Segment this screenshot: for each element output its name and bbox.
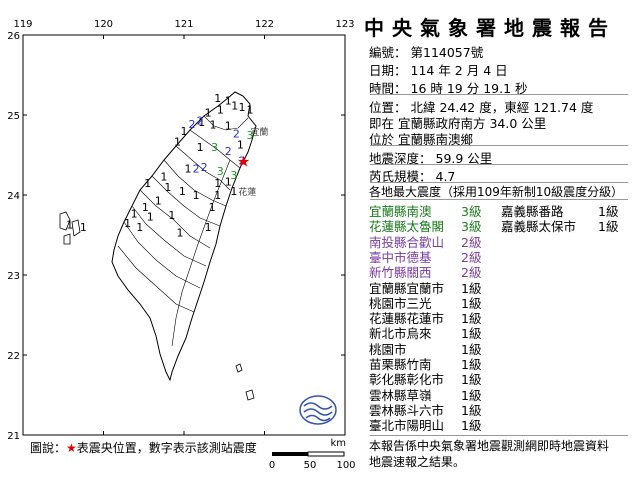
station-intensity: 1 [144, 177, 151, 190]
lat-tick-label: 24 [7, 191, 20, 202]
scale-label-50: 50 [304, 460, 317, 471]
report-footnote-2: 地震速報之結果。 [369, 455, 466, 469]
station-intensity: 1 [164, 181, 171, 194]
station-intensity: 1 [176, 227, 183, 240]
lat-tick-label: 21 [7, 431, 20, 442]
separator [370, 199, 628, 200]
epicenter-map: 119 120 121 122 123262524232221 宜蘭花蓮 1 1 111 1 1… [7, 19, 355, 471]
station-intensity: 3 [211, 141, 218, 154]
station-intensity: 1 [197, 141, 204, 154]
epicenter-star-icon: ★ [237, 152, 250, 170]
station-intensity: 1 [181, 125, 188, 138]
map-legend: 圖說：★表震央位置，數字表示該測站震度 [30, 439, 350, 456]
station-intensity: 1 [217, 103, 224, 116]
station-intensity: 1 [230, 185, 237, 198]
epicenter-layer: ★ [237, 152, 250, 170]
intensity-station-name: 嘉義縣太保市 [501, 219, 577, 235]
report-date-row: 日期： 114 年 2 月 4 日 [369, 60, 508, 79]
station-intensity: 1 [147, 211, 154, 224]
intensity-value: 1級 [598, 219, 619, 235]
intensity-header: 各地最大震度（採用109年新制10級震度分級） [369, 185, 624, 199]
lat-tick-label: 23 [7, 271, 20, 282]
station-intensity: 1 [66, 219, 73, 232]
city-label: 花蓮 [238, 186, 256, 198]
station-intensity: 2 [193, 163, 200, 176]
legend-prefix: 圖說： [30, 441, 67, 455]
station-intensity: 1 [209, 201, 216, 214]
lat-tick-label: 22 [7, 351, 20, 362]
lon-tick-label: 123 [335, 19, 354, 30]
station-intensity: 1 [136, 221, 143, 234]
station-intensity: 1 [155, 195, 162, 208]
report-footnote-1: 本報告係中央氣象署地震觀測網即時地震資料 [369, 439, 610, 453]
cwa-logo [299, 395, 337, 425]
station-intensity: 1 [131, 207, 138, 220]
station-intensity: 1 [247, 103, 254, 116]
station-intensity: 1 [174, 135, 181, 148]
lon-tick-label: 122 [255, 19, 274, 30]
epicenter-star-icon: ★ [66, 441, 77, 455]
station-intensity: 1 [193, 189, 200, 202]
separator [370, 435, 628, 436]
scale-label-100: 100 [336, 460, 355, 471]
lat-tick-label: 26 [7, 31, 20, 42]
report-number: 第114057號 [410, 45, 484, 60]
lat-tick-label: 25 [7, 111, 20, 122]
legend-text: 表震央位置，數字表示該測站震度 [76, 441, 257, 455]
separator [370, 145, 628, 146]
station-intensity: 1 [185, 163, 192, 176]
report-date: 114 年 2 月 4 日 [410, 63, 508, 78]
station-intensity: 1 [80, 221, 87, 234]
lon-tick-label: 120 [94, 19, 113, 30]
station-intensity: 1 [179, 185, 186, 198]
report-title: 中央氣象署地震報告 [364, 16, 616, 40]
report-number-row: 編號： 第114057號 [369, 42, 483, 61]
station-intensity: 2 [197, 115, 204, 128]
lon-tick-label: 121 [174, 19, 193, 30]
intensity-value: 1級 [461, 418, 482, 434]
map-panel: 119 120 121 122 123 26 25 24 23 22 21 宜蘭 花蓮 1111111… [0, 0, 360, 480]
report-panel: 中央氣象署地震報告 編號： 第114057號 日期： 114 年 2 月 4 日… [360, 0, 640, 480]
station-intensity: 1 [231, 99, 238, 112]
intensity-station-name: 臺北市陽明山 [369, 418, 445, 434]
station-intensity: 3 [247, 129, 254, 142]
station-intensity: 1 [124, 217, 131, 230]
separator [370, 94, 628, 95]
scale-label-0: 0 [269, 460, 275, 471]
station-intensity: 2 [201, 161, 208, 174]
station-intensity: 1 [237, 139, 244, 152]
station-intensity: 2 [189, 118, 196, 131]
station-intensity: 1 [225, 119, 232, 132]
station-intensity: 2 [225, 145, 232, 158]
report-date-label: 日期： [369, 63, 407, 78]
station-intensity: 1 [168, 209, 175, 222]
lon-tick-label: 119 [13, 19, 32, 30]
report-number-label: 編號： [369, 45, 407, 60]
station-intensity: 1 [205, 221, 212, 234]
station-intensity: 1 [209, 119, 216, 132]
station-intensity: 1 [238, 101, 245, 114]
separator [370, 164, 628, 165]
